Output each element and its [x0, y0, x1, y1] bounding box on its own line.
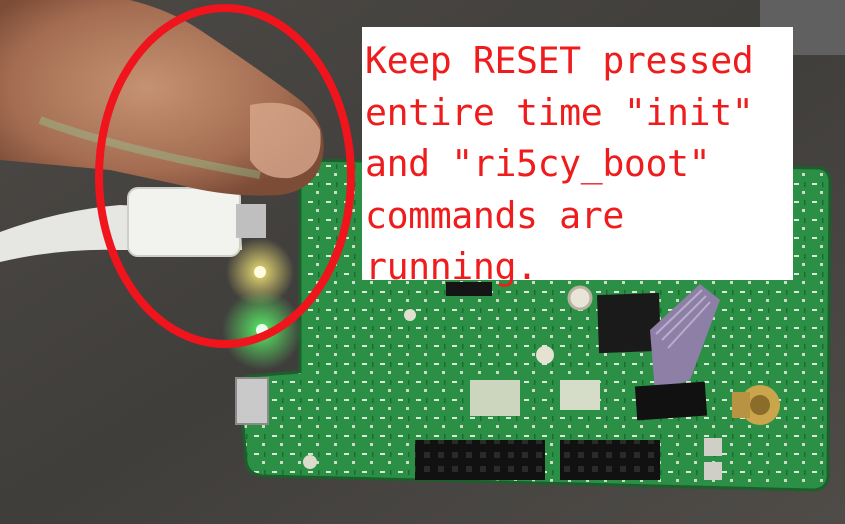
- usb-plug: [127, 187, 241, 257]
- usb-plug-metal: [236, 204, 266, 238]
- mounting-hole: [536, 346, 554, 364]
- board-button: [704, 438, 722, 456]
- antenna-connector-base: [732, 392, 750, 418]
- led-yellow: [254, 266, 266, 278]
- usb-port: [235, 377, 269, 425]
- ribbon-connector: [634, 381, 708, 421]
- pin-header-j3: [415, 440, 545, 480]
- component-block: [560, 380, 600, 410]
- antenna-connector-ring: [750, 395, 770, 415]
- component-block: [470, 380, 520, 416]
- mounting-hole: [404, 309, 416, 321]
- callout-text: Keep RESET pressed entire time "init" an…: [365, 39, 754, 288]
- mounting-hole: [303, 455, 317, 469]
- board-button: [704, 462, 722, 480]
- callout-box: Keep RESET pressed entire time "init" an…: [362, 27, 793, 288]
- pin-header-j4: [560, 440, 660, 480]
